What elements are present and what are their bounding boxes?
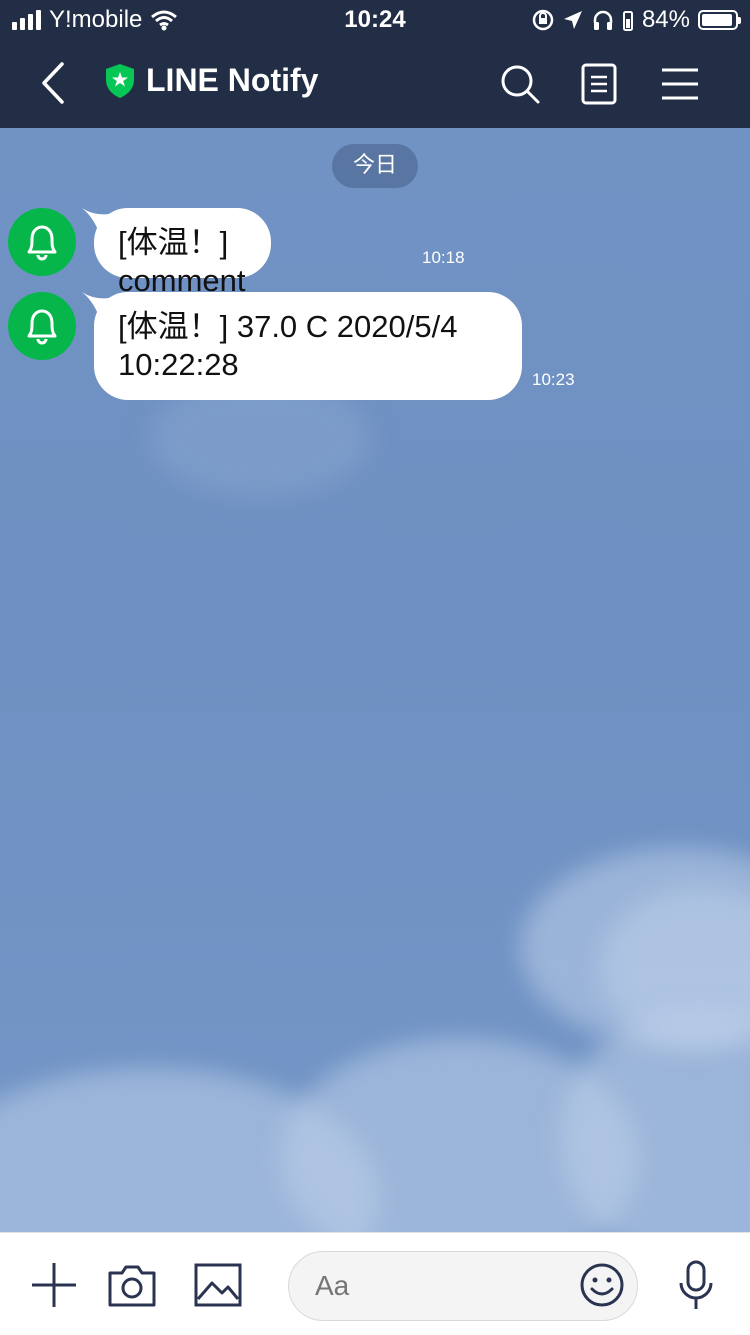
orientation-lock-icon — [532, 9, 554, 31]
chat-area[interactable]: 今日 [体温！] comment 10:18 [体温！] 37.0 C 2020… — [0, 128, 750, 1232]
battery-percent: 84% — [641, 6, 690, 33]
microphone-icon[interactable] — [670, 1259, 722, 1311]
chat-title-text: LINE Notify — [146, 62, 319, 98]
plus-icon[interactable] — [28, 1259, 80, 1311]
app-header: Y!mobile 10:24 84% LINE Notify — [0, 0, 750, 128]
verified-shield-icon — [106, 63, 134, 98]
emoji-icon[interactable] — [578, 1261, 626, 1309]
message-time: 10:23 — [532, 370, 575, 389]
back-chevron-icon[interactable] — [30, 58, 80, 108]
status-bar: Y!mobile 10:24 84% — [0, 0, 750, 40]
bot-avatar[interactable] — [8, 208, 76, 276]
location-arrow-icon — [563, 11, 582, 29]
headphones-icon — [593, 10, 613, 30]
background-cloud — [560, 1008, 750, 1232]
message-text: [体温！] comment — [118, 225, 246, 298]
input-bar — [0, 1232, 750, 1335]
message-bubble[interactable]: [体温！] comment — [94, 208, 272, 298]
bot-avatar[interactable] — [8, 292, 76, 360]
image-icon[interactable] — [192, 1259, 244, 1311]
message-time: 10:18 — [422, 248, 465, 267]
message-text-line: 10:22:28 — [118, 347, 239, 382]
camera-icon[interactable] — [106, 1259, 158, 1311]
hamburger-menu-icon[interactable] — [658, 62, 702, 106]
battery-icon — [698, 10, 741, 30]
nav-bar: LINE Notify — [0, 40, 750, 128]
status-right: 84% — [532, 6, 741, 34]
bell-icon — [27, 309, 57, 345]
date-separator: 今日 — [332, 144, 418, 188]
chat-title[interactable]: LINE Notify — [104, 62, 318, 99]
search-icon[interactable] — [498, 62, 542, 106]
message-text-line: [体温！] 37.0 C 2020/5/4 — [118, 309, 458, 344]
message-bubble[interactable]: [体温！] 37.0 C 2020/5/4 10:22:28 — [94, 292, 522, 400]
notes-icon[interactable] — [578, 62, 622, 106]
battery-small-icon — [622, 11, 633, 31]
bell-icon — [27, 225, 57, 261]
